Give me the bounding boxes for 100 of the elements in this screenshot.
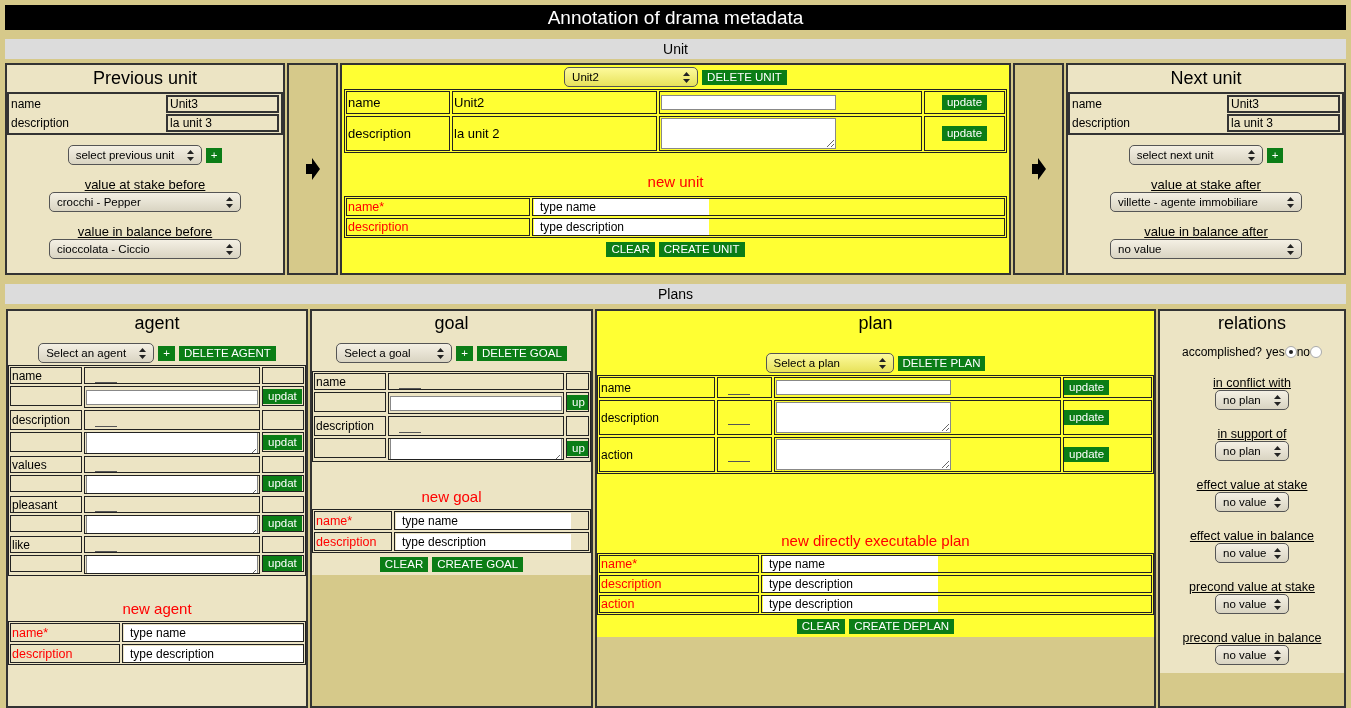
clear-button[interactable]: CLEAR xyxy=(606,242,655,257)
panel-title: goal xyxy=(433,312,470,335)
field-label: description xyxy=(346,218,530,236)
add-button[interactable]: + xyxy=(158,345,175,361)
input-field[interactable]: type description xyxy=(124,645,303,662)
update-button[interactable]: updat xyxy=(263,516,302,531)
field-value: Unit3 xyxy=(166,95,279,113)
field-label: description xyxy=(1072,116,1132,130)
field-label: values xyxy=(10,456,82,473)
updown-caret-icon xyxy=(226,243,233,255)
input-field[interactable]: type name xyxy=(763,556,938,572)
create-button[interactable]: CREATE GOAL xyxy=(432,557,524,572)
input-field[interactable]: type description xyxy=(763,596,938,612)
dropdown[interactable]: no value xyxy=(1215,543,1289,563)
dropdown[interactable]: no plan xyxy=(1215,390,1289,410)
create-button[interactable]: CREATE UNIT xyxy=(658,242,745,257)
section-header: Plans xyxy=(5,284,1346,304)
section-title: new unit xyxy=(646,173,705,190)
field-value: Unit2 xyxy=(452,91,657,114)
text-area[interactable] xyxy=(776,402,951,433)
dropdown[interactable]: Unit2 xyxy=(564,67,699,87)
input-field[interactable] xyxy=(776,380,951,395)
input-field[interactable]: type description xyxy=(763,576,938,592)
update-button[interactable]: updat xyxy=(263,476,302,491)
delete-button[interactable]: DELETE GOAL xyxy=(476,345,567,361)
dropdown[interactable]: select previous unit xyxy=(67,145,202,165)
dropdown[interactable]: no value xyxy=(1215,645,1289,665)
radio-button[interactable] xyxy=(1310,346,1323,358)
blank-line xyxy=(95,381,117,383)
dropdown-label: value at stake before xyxy=(84,178,206,192)
update-button[interactable]: update xyxy=(1064,410,1110,425)
updown-caret-icon xyxy=(1274,496,1281,508)
field-label: like xyxy=(10,536,82,553)
blank-line xyxy=(728,393,750,395)
updown-caret-icon xyxy=(1287,243,1294,255)
dropdown[interactable]: Select a plan xyxy=(765,353,894,373)
text-area[interactable] xyxy=(776,439,951,470)
page-title: Annotation of drama metadata xyxy=(5,5,1346,30)
field-label: name* xyxy=(346,198,530,216)
panel-title: agent xyxy=(133,312,181,335)
dropdown[interactable]: Select a goal xyxy=(336,343,453,363)
field-value: la unit 2 xyxy=(452,116,657,151)
section-title: new agent xyxy=(121,600,193,617)
field-label: name* xyxy=(10,623,120,642)
dropdown-label: value in balance after xyxy=(1144,225,1268,239)
clear-button[interactable]: CLEAR xyxy=(796,619,846,634)
dropdown[interactable]: no value xyxy=(1215,594,1289,614)
updown-caret-icon xyxy=(878,357,886,369)
delete-button[interactable]: DELETE AGENT xyxy=(178,345,276,361)
updown-caret-icon xyxy=(139,347,147,359)
update-button[interactable]: update xyxy=(1064,380,1110,395)
update-button[interactable]: up xyxy=(567,394,588,410)
dropdown[interactable]: crocchi - Pepper xyxy=(49,192,241,212)
panel-title: plan xyxy=(857,312,894,335)
input-field[interactable]: type name xyxy=(396,512,571,529)
create-button[interactable]: CREATE DEPLAN xyxy=(849,619,955,634)
update-button[interactable]: updat xyxy=(263,388,302,404)
updown-caret-icon xyxy=(683,71,691,83)
updown-caret-icon xyxy=(1247,149,1255,161)
update-button[interactable]: update xyxy=(941,95,988,110)
add-button[interactable]: + xyxy=(1266,147,1284,163)
update-button[interactable]: update xyxy=(941,126,988,141)
update-button[interactable]: update xyxy=(1064,447,1110,462)
dropdown-label: in conflict with xyxy=(1213,376,1291,390)
update-button[interactable]: updat xyxy=(263,556,302,571)
dropdown[interactable]: no value xyxy=(1215,492,1289,512)
input-field[interactable]: type description xyxy=(396,533,571,550)
dropdown[interactable]: Select an agent xyxy=(38,343,155,363)
blank-line xyxy=(728,460,750,462)
right-arrow-icon xyxy=(305,158,320,180)
field-label: description xyxy=(10,410,82,430)
field-label: pleasant xyxy=(10,496,82,513)
input-field[interactable] xyxy=(661,95,836,110)
input-field[interactable]: type name xyxy=(124,624,303,641)
field-label: action xyxy=(599,437,715,472)
dropdown[interactable]: no value xyxy=(1110,239,1302,259)
delete-button[interactable]: DELETE PLAN xyxy=(897,355,986,371)
question-label: accomplished? xyxy=(1181,345,1262,359)
dropdown[interactable]: no plan xyxy=(1215,441,1289,461)
update-button[interactable]: updat xyxy=(263,434,302,450)
input-field[interactable]: type description xyxy=(534,219,709,235)
dropdown[interactable]: cioccolata - Ciccio xyxy=(49,239,241,259)
text-area[interactable] xyxy=(661,118,836,149)
blank-line xyxy=(728,423,750,425)
blank-line xyxy=(399,387,421,389)
radio-button[interactable] xyxy=(1284,346,1297,358)
field-label: description xyxy=(314,416,386,436)
updown-caret-icon xyxy=(1274,649,1281,661)
add-button[interactable]: + xyxy=(205,147,223,163)
add-button[interactable]: + xyxy=(456,345,473,361)
blank-line xyxy=(399,432,421,433)
dropdown-label: effect value in balance xyxy=(1189,529,1315,543)
blank-line xyxy=(95,510,117,512)
update-button[interactable]: up xyxy=(567,440,588,456)
input-field[interactable]: type name xyxy=(534,199,709,215)
clear-button[interactable]: CLEAR xyxy=(379,557,429,572)
delete-button[interactable]: DELETE UNIT xyxy=(702,69,787,85)
updown-caret-icon xyxy=(1287,196,1294,208)
dropdown[interactable]: villette - agente immobiliare xyxy=(1110,192,1302,212)
dropdown[interactable]: select next unit xyxy=(1128,145,1263,165)
